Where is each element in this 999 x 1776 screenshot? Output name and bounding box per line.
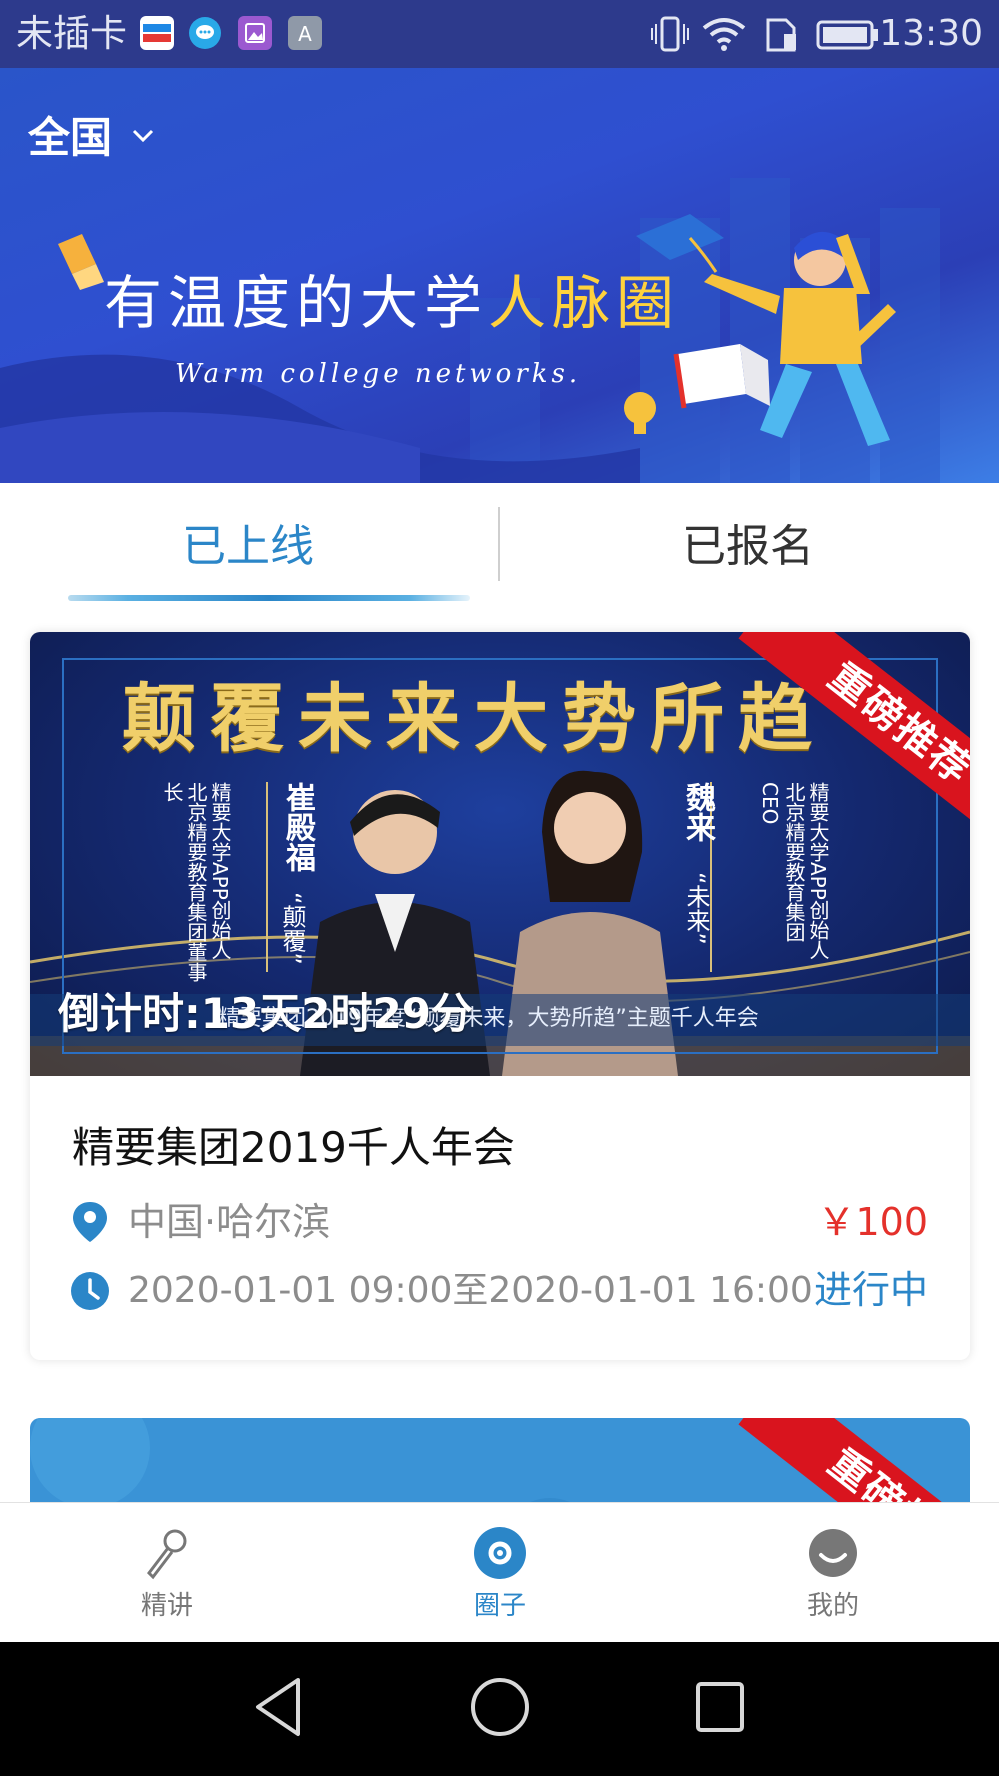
nav-label-lectures: 精讲 [140, 1591, 193, 1621]
speaker-right-quote: “未来” [682, 872, 710, 945]
banner-title-main: 有温度的大学 [104, 269, 489, 337]
region-selector[interactable]: 全国 [28, 112, 112, 164]
recent-apps-icon[interactable] [690, 1672, 750, 1742]
tab-divider [498, 507, 500, 581]
chevron-down-icon[interactable] [132, 128, 154, 144]
speaker-right-name: 魏来 [680, 782, 715, 842]
back-icon[interactable] [248, 1672, 308, 1742]
home-icon[interactable] [465, 1672, 535, 1742]
nav-label-circle: 圈子 [473, 1591, 526, 1621]
battery-icon [815, 14, 881, 58]
vibrate-icon [650, 14, 690, 58]
speaker-right-title: 精要大学APP创始人 北京精要教育集团CEO [758, 782, 830, 960]
speaker-left-quote: “颠覆” [278, 892, 306, 965]
sim-icon [762, 14, 802, 58]
poster-headline: 颠覆未来大势所趋 [122, 676, 826, 762]
event-time: 2020-01-01 09:00至2020-01-01 16:00 [128, 1270, 813, 1311]
gallery-icon [238, 16, 272, 50]
tab-active-indicator [68, 595, 470, 601]
event-status: 进行中 [813, 1268, 928, 1312]
event-location: 中国·哈尔滨 [128, 1200, 331, 1244]
profile-icon [809, 1529, 857, 1577]
circle-icon [474, 1527, 526, 1579]
hero-banner[interactable]: 全国 有温度的大学人脉圈 Warm college networks. [0, 68, 999, 483]
microphone-icon [147, 1529, 187, 1580]
event-price: ￥100 [817, 1200, 928, 1244]
nav-item-lectures[interactable]: 精讲 [67, 1503, 267, 1643]
svg-text:A: A [298, 22, 312, 46]
tab-online[interactable]: 已上线 [48, 517, 448, 577]
wifi-icon [700, 14, 748, 58]
tab-bar: 已上线 已报名 [0, 483, 999, 603]
location-pin-icon [73, 1202, 107, 1242]
banner-title: 有温度的大学人脉圈 [104, 268, 680, 338]
system-nav-bar [0, 1642, 999, 1776]
tab-signed-up[interactable]: 已报名 [548, 517, 948, 577]
speaker-left-title: 精要大学APP创始人 北京精要教育集团董事长 [160, 782, 232, 982]
nav-item-circle[interactable]: 圈子 [400, 1503, 600, 1643]
countdown-timer: 倒计时:13天2时29分 [58, 989, 473, 1038]
event-card[interactable]: 颠覆未来大势所趋 精要大学APP创始人 北京精要教育集团董事长 崔殿福 “颠覆”… [30, 632, 970, 1360]
status-bar: 未插卡 A 13:30 [0, 0, 999, 68]
bottom-nav: 精讲 圈子 我的 [0, 1502, 999, 1642]
message-icon [188, 16, 222, 50]
clock-icon [71, 1272, 109, 1310]
nav-item-profile[interactable]: 我的 [733, 1503, 933, 1643]
carrier-label: 未插卡 [16, 12, 127, 55]
font-icon: A [288, 16, 322, 50]
banner-title-highlight: 人脉圈 [488, 269, 681, 337]
banner-subtitle: Warm college networks. [175, 359, 582, 389]
youku-icon [140, 16, 174, 50]
event-poster[interactable]: 颠覆未来大势所趋 精要大学APP创始人 北京精要教育集团董事长 崔殿福 “颠覆”… [30, 632, 970, 1076]
speaker-left-name: 崔殿福 [280, 782, 315, 872]
event-title[interactable]: 精要集团2019千人年会 [72, 1120, 515, 1176]
nav-label-profile: 我的 [806, 1591, 859, 1621]
clock: 13:30 [879, 13, 983, 54]
